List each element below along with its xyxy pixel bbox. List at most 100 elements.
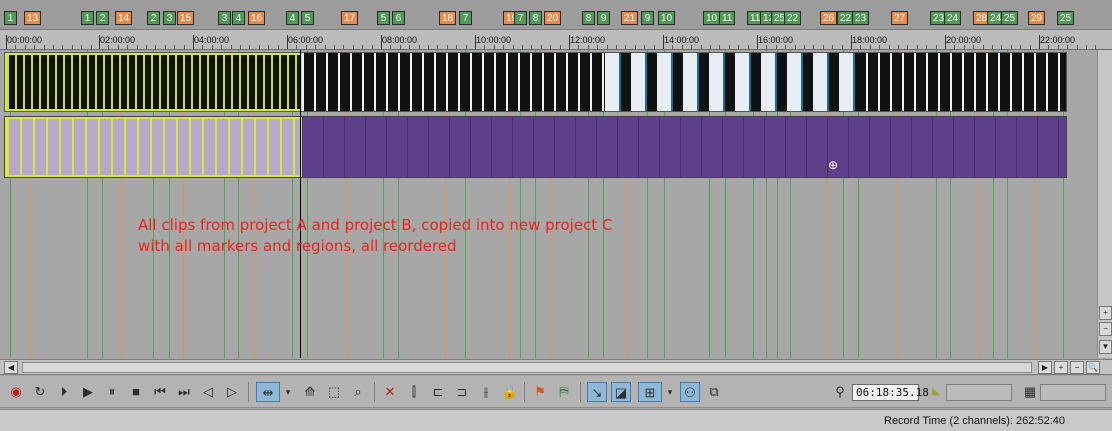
marker-flag[interactable]: 3 bbox=[218, 11, 231, 25]
marker-flag[interactable]: 22 bbox=[784, 11, 802, 25]
zoom-in-horizontal-icon[interactable]: + bbox=[1054, 361, 1068, 374]
marker-flag[interactable]: 25 bbox=[1057, 11, 1075, 25]
video-track[interactable] bbox=[4, 52, 1067, 112]
ruler-time-label: 22:00:00 bbox=[1040, 35, 1076, 45]
split-icon[interactable]: ⫲ bbox=[476, 382, 496, 402]
ruler-minor-tick bbox=[1086, 45, 1087, 49]
marker-flag[interactable]: 14 bbox=[115, 11, 133, 25]
ripple-dropdown-icon[interactable]: ▾ bbox=[664, 382, 676, 402]
marker-flag[interactable]: 21 bbox=[621, 11, 639, 25]
zoom-out-vertical-icon[interactable]: − bbox=[1099, 322, 1112, 336]
marker-flag[interactable]: 1 bbox=[81, 11, 94, 25]
marker-flag[interactable]: 11 bbox=[719, 11, 736, 25]
marker-flag[interactable]: 10 bbox=[658, 11, 676, 25]
video-event-thumbnails-light[interactable] bbox=[605, 53, 865, 111]
marker-flag[interactable]: 4 bbox=[286, 11, 299, 25]
marker-bar[interactable]: 1 13 1 2 14 2 3 15 3 4 16 4 5 17 5 6 18 7 19 7 8 20 8 9 21 9 10 10 1… bbox=[0, 0, 1112, 30]
volume-slider-icon: ◣ bbox=[932, 386, 940, 397]
horizontal-scrollbar[interactable]: ◀ ▶ + − 🔍 bbox=[0, 359, 1112, 375]
marker-flag[interactable]: 2 bbox=[96, 11, 109, 25]
marker-flag[interactable]: 10 bbox=[703, 11, 721, 25]
marker-flag[interactable]: 1 bbox=[4, 11, 17, 25]
zoom-out-horizontal-icon[interactable]: − bbox=[1070, 361, 1084, 374]
play-icon[interactable]: ▶ bbox=[78, 382, 98, 402]
normal-edit-tool-icon[interactable]: ⇹ bbox=[256, 382, 280, 402]
insert-marker-icon[interactable]: ⚑ bbox=[530, 382, 550, 402]
marker-flag[interactable]: 3 bbox=[163, 11, 176, 25]
lock-envelopes-icon[interactable]: ⊞ bbox=[638, 382, 662, 402]
marker-flag[interactable]: 23 bbox=[852, 11, 870, 25]
ruler-minor-tick bbox=[165, 45, 166, 49]
auto-ripple-icon[interactable]: ↘ bbox=[587, 382, 607, 402]
stop-icon[interactable]: ■ bbox=[126, 382, 146, 402]
trim-end-icon[interactable]: ⊐ bbox=[452, 382, 472, 402]
ruler-minor-tick bbox=[1001, 45, 1002, 49]
previous-frame-icon[interactable]: ◁ bbox=[198, 382, 218, 402]
marker-flag[interactable]: 8 bbox=[582, 11, 595, 25]
marker-flag[interactable]: 16 bbox=[248, 11, 266, 25]
playhead-cursor[interactable] bbox=[300, 50, 301, 358]
envelope-edit-tool-icon[interactable]: ⟰ bbox=[300, 382, 320, 402]
marker-flag[interactable]: 9 bbox=[597, 11, 610, 25]
next-frame-icon[interactable]: ▷ bbox=[222, 382, 242, 402]
marker-flag[interactable]: 4 bbox=[232, 11, 245, 25]
go-to-start-icon[interactable]: ⏮ bbox=[150, 382, 170, 402]
ruler-minor-tick bbox=[400, 45, 401, 49]
scroll-left-icon[interactable]: ◀ bbox=[4, 361, 18, 374]
pause-icon[interactable]: ⏸ bbox=[102, 382, 122, 402]
volume-slider[interactable] bbox=[946, 384, 1012, 401]
marker-flag[interactable]: 5 bbox=[377, 11, 390, 25]
marker-flag[interactable]: 24 bbox=[944, 11, 962, 25]
marker-flag[interactable]: 17 bbox=[341, 11, 359, 25]
marker-flag[interactable]: 7 bbox=[459, 11, 472, 25]
rate-slider[interactable] bbox=[1040, 384, 1106, 401]
edit-tool-dropdown-icon[interactable]: ▾ bbox=[282, 382, 294, 402]
marker-flag[interactable]: 26 bbox=[820, 11, 838, 25]
time-ruler[interactable]: 00:00:00 02:00:00 04:00:00 06:00:00 08:00:00… bbox=[0, 30, 1112, 50]
marker-flag[interactable]: 25 bbox=[1001, 11, 1019, 25]
ruler-minor-tick bbox=[466, 45, 467, 49]
lock-icon[interactable]: 🔒 bbox=[500, 382, 520, 402]
ignore-grouping-icon[interactable]: ⧉ bbox=[704, 382, 724, 402]
insert-region-icon[interactable]: ⛿ bbox=[554, 382, 574, 402]
trim-start-icon[interactable]: ⊏ bbox=[428, 382, 448, 402]
marker-flag[interactable]: 15 bbox=[177, 11, 195, 25]
marker-flag[interactable]: 27 bbox=[891, 11, 909, 25]
marker-flag[interactable]: 29 bbox=[1028, 11, 1046, 25]
loop-icon[interactable]: ↻ bbox=[30, 382, 50, 402]
ruler-minor-tick bbox=[221, 45, 222, 49]
horizontal-scroll-thumb[interactable] bbox=[22, 362, 1032, 373]
play-from-start-icon[interactable]: ⏵ bbox=[54, 382, 74, 402]
marker-flag[interactable]: 6 bbox=[392, 11, 405, 25]
cursor-time-display[interactable]: 06:18:35.18 bbox=[852, 384, 929, 401]
marker-flag[interactable]: 9 bbox=[641, 11, 654, 25]
marker-flag[interactable]: 7 bbox=[514, 11, 527, 25]
ruler-time-label: 18:00:00 bbox=[852, 35, 888, 45]
marker-flag[interactable]: 2 bbox=[147, 11, 160, 25]
record-icon[interactable]: ◉ bbox=[6, 382, 26, 402]
marker-flag[interactable]: 20 bbox=[544, 11, 562, 25]
audio-track[interactable] bbox=[4, 116, 1067, 178]
trim-icon[interactable]: ⫿ bbox=[404, 382, 424, 402]
scroll-down-icon[interactable]: ▼ bbox=[1099, 340, 1112, 354]
selected-audio-events[interactable] bbox=[5, 117, 302, 177]
ruler-minor-tick bbox=[494, 45, 495, 49]
zoom-tool-horizontal-icon[interactable]: 🔍 bbox=[1086, 361, 1100, 374]
scroll-right-icon[interactable]: ▶ bbox=[1038, 361, 1052, 374]
selected-video-events[interactable] bbox=[5, 53, 302, 111]
vertical-scrollbar[interactable]: + − ▼ bbox=[1097, 50, 1112, 358]
marker-flag[interactable]: 13 bbox=[24, 11, 42, 25]
marker-flag[interactable]: 5 bbox=[301, 11, 314, 25]
delete-icon[interactable]: ✕ bbox=[380, 382, 400, 402]
snapping-icon[interactable]: ◪ bbox=[611, 382, 631, 402]
marker-flag[interactable]: 8 bbox=[529, 11, 542, 25]
zoom-tool-icon[interactable]: ⌕ bbox=[348, 382, 368, 402]
ruler-minor-tick bbox=[560, 45, 561, 49]
audio-events[interactable] bbox=[302, 117, 1066, 177]
go-to-end-icon[interactable]: ⏭ bbox=[174, 382, 194, 402]
auto-crossfade-icon[interactable]: ⚇ bbox=[680, 382, 700, 402]
selection-edit-tool-icon[interactable]: ⬚ bbox=[324, 382, 344, 402]
timeline-tracks[interactable]: ⊕ All clips from project A and project B… bbox=[0, 50, 1097, 358]
zoom-in-vertical-icon[interactable]: + bbox=[1099, 306, 1112, 320]
marker-flag[interactable]: 18 bbox=[439, 11, 457, 25]
